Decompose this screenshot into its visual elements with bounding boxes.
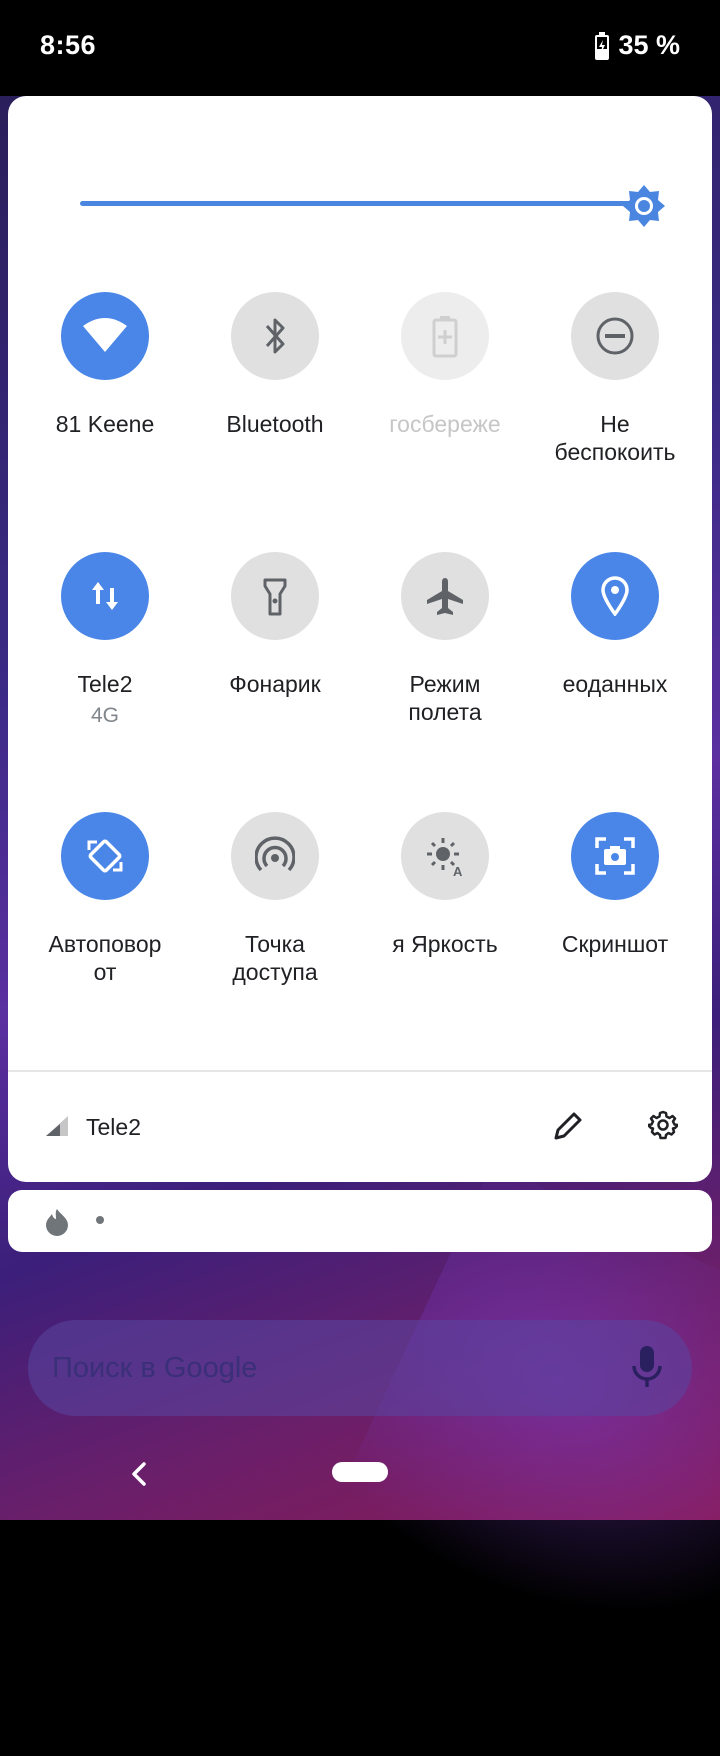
overflow-dot <box>96 1216 104 1224</box>
tile-label-hotspot: Точка доступа <box>232 931 318 985</box>
back-icon[interactable] <box>126 1458 150 1495</box>
do-not-disturb-icon[interactable] <box>571 292 659 380</box>
quick-settings-panel: 81 Keene Bluetooth гоcбереже Не беспокои… <box>8 96 712 1182</box>
auto-brightness-icon[interactable]: A <box>401 812 489 900</box>
tile-label-location: еоданных <box>562 671 668 697</box>
tile-label-screenshot: Скриншот <box>561 931 669 957</box>
tile-hotspot[interactable]: Точка доступа <box>190 812 360 986</box>
navigation-bar <box>0 1430 720 1520</box>
tile-bluetooth[interactable]: Bluetooth <box>190 292 360 438</box>
home-pill-button[interactable] <box>332 1462 388 1482</box>
tile-label-dnd: Не беспокоить <box>554 411 676 465</box>
airplane-icon[interactable] <box>401 552 489 640</box>
tile-label-bluetooth: Bluetooth <box>226 411 324 437</box>
battery-icon <box>594 31 610 60</box>
flame-icon <box>44 1208 70 1241</box>
brightness-track[interactable] <box>80 201 640 206</box>
search-placeholder: Поиск в Google <box>52 1352 258 1384</box>
bluetooth-icon[interactable] <box>231 292 319 380</box>
tile-airplane[interactable]: Режим полета <box>360 552 530 726</box>
screenshot-icon[interactable] <box>571 812 659 900</box>
tile-label-auto-brightness: я Яркость <box>392 931 498 957</box>
mic-icon[interactable] <box>630 1344 664 1395</box>
tile-flashlight[interactable]: Фонарик <box>190 552 360 698</box>
tile-dnd[interactable]: Не беспокоить <box>530 292 700 466</box>
tile-location[interactable]: еоданных <box>530 552 700 698</box>
mobile-data-icon[interactable] <box>61 552 149 640</box>
battery-percent: 35 % <box>618 30 680 60</box>
tile-label-wifi: 81 Keene <box>55 411 155 437</box>
battery-saver-icon[interactable] <box>401 292 489 380</box>
edit-icon[interactable] <box>552 1110 584 1147</box>
tile-mobile-data[interactable]: Tele2 4G <box>20 552 190 728</box>
tile-autorotate[interactable]: Автоповор от <box>20 812 190 986</box>
signal-icon <box>44 1114 70 1143</box>
brightness-slider[interactable] <box>80 184 665 227</box>
tile-label-autorotate: Автоповор от <box>48 931 162 985</box>
tile-sublabel-mobile-data: 4G <box>90 704 119 727</box>
tile-auto-brightness[interactable]: A я Яркость <box>360 812 530 958</box>
location-icon[interactable] <box>571 552 659 640</box>
tile-label-flashlight: Фонарик <box>229 671 321 697</box>
tile-label-mobile-data: Tele2 <box>77 671 133 697</box>
status-bar: 8:56 35 % <box>0 0 720 96</box>
flashlight-icon[interactable] <box>231 552 319 640</box>
autorotate-icon[interactable] <box>61 812 149 900</box>
gear-icon[interactable] <box>646 1110 680 1145</box>
notification-shelf[interactable] <box>8 1190 712 1252</box>
hotspot-icon[interactable] <box>231 812 319 900</box>
wifi-icon[interactable] <box>61 292 149 380</box>
tile-label-battery-saver: гоcбереже <box>389 411 501 437</box>
tile-wifi[interactable]: 81 Keene <box>20 292 190 438</box>
status-time: 8:56 <box>40 30 97 60</box>
qs-footer: Tele2 <box>8 1072 712 1182</box>
tile-battery-saver[interactable]: гоcбереже <box>360 292 530 438</box>
svg-text:A: A <box>453 864 463 878</box>
footer-carrier: Tele2 <box>86 1114 141 1140</box>
google-search-bar[interactable]: Поиск в Google <box>28 1320 692 1416</box>
tile-label-airplane: Режим полета <box>408 671 482 725</box>
brightness-thumb-icon[interactable] <box>622 184 666 228</box>
tile-screenshot[interactable]: Скриншот <box>530 812 700 958</box>
